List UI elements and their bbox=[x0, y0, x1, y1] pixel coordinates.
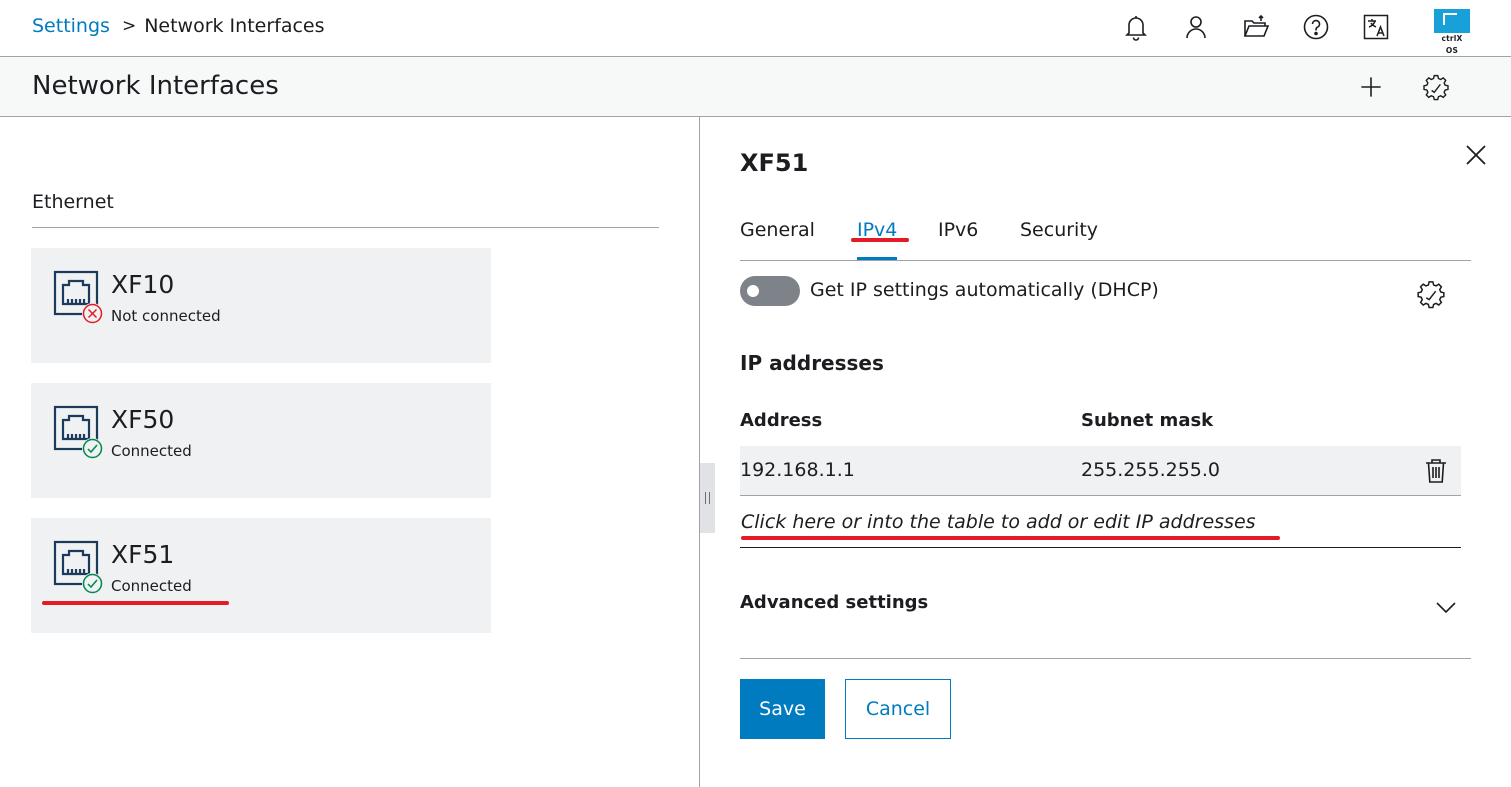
interface-name: XF51 bbox=[111, 540, 175, 569]
bell-icon[interactable] bbox=[1121, 12, 1151, 42]
interface-list-panel: Ethernet XF10 Not connected XF50 Connect… bbox=[0, 117, 699, 787]
interface-name: XF50 bbox=[111, 405, 175, 434]
column-header-subnet: Subnet mask bbox=[1081, 410, 1214, 431]
title-bar: Network Interfaces bbox=[0, 57, 1511, 117]
language-icon[interactable] bbox=[1361, 12, 1391, 42]
annotation-underline-xf51 bbox=[42, 601, 229, 605]
error-status-icon bbox=[82, 303, 103, 324]
column-header-address: Address bbox=[740, 410, 823, 431]
detail-tabs: General IPv4 IPv6 Security bbox=[740, 217, 1471, 261]
tab-general[interactable]: General bbox=[740, 219, 815, 260]
add-icon[interactable] bbox=[1355, 71, 1387, 103]
advanced-settings-label: Advanced settings bbox=[740, 592, 929, 613]
breadcrumb-current: Network Interfaces bbox=[144, 15, 325, 37]
folder-icon[interactable] bbox=[1241, 12, 1271, 42]
interface-name: XF10 bbox=[111, 270, 175, 299]
chevron-down-icon bbox=[1436, 602, 1456, 614]
interface-status: Not connected bbox=[111, 307, 221, 325]
logo-text: ctrlX OS bbox=[1441, 34, 1463, 55]
section-ethernet: Ethernet bbox=[32, 191, 659, 228]
connected-status-icon bbox=[82, 573, 103, 594]
annotation-underline-add-hint bbox=[741, 536, 1280, 540]
toggle-knob bbox=[747, 285, 759, 297]
trash-icon[interactable] bbox=[1424, 458, 1448, 484]
advanced-settings-expander[interactable]: Advanced settings bbox=[740, 572, 1471, 659]
close-icon[interactable] bbox=[1462, 141, 1490, 169]
breadcrumb-separator: > bbox=[121, 16, 137, 36]
interface-card-xf51[interactable]: XF51 Connected bbox=[31, 518, 491, 633]
dhcp-label: Get IP settings automatically (DHCP) bbox=[810, 279, 1159, 301]
ctrlx-logo: ctrlX OS bbox=[1434, 9, 1470, 55]
top-bar: Settings > Network Interfaces ctrlX OS bbox=[0, 0, 1511, 57]
gear-icon[interactable] bbox=[1420, 71, 1452, 103]
interface-status: Connected bbox=[111, 442, 192, 460]
breadcrumb-settings-link[interactable]: Settings bbox=[32, 15, 110, 37]
add-ip-address-hint[interactable]: Click here or into the table to add or e… bbox=[740, 496, 1461, 548]
interface-detail-panel: XF51 General IPv4 IPv6 Security Get IP s… bbox=[700, 117, 1511, 787]
ip-addresses-heading: IP addresses bbox=[740, 351, 884, 375]
ip-address-cell: 192.168.1.1 bbox=[740, 459, 855, 481]
tab-security[interactable]: Security bbox=[1020, 219, 1098, 260]
cancel-button[interactable]: Cancel bbox=[845, 679, 951, 739]
connected-status-icon bbox=[82, 438, 103, 459]
tab-ipv6[interactable]: IPv6 bbox=[938, 219, 978, 260]
help-icon[interactable] bbox=[1301, 12, 1331, 42]
page-title: Network Interfaces bbox=[32, 71, 279, 101]
interface-status: Connected bbox=[111, 577, 192, 595]
add-ip-hint-text: Click here or into the table to add or e… bbox=[741, 511, 1256, 533]
interface-card-xf50[interactable]: XF50 Connected bbox=[31, 383, 491, 498]
detail-title: XF51 bbox=[740, 149, 809, 177]
table-row[interactable]: 192.168.1.1 255.255.255.0 bbox=[740, 446, 1461, 496]
breadcrumb: Settings > Network Interfaces bbox=[32, 15, 325, 37]
save-button[interactable]: Save bbox=[740, 679, 825, 739]
subnet-mask-cell: 255.255.255.0 bbox=[1081, 459, 1221, 481]
user-icon[interactable] bbox=[1181, 12, 1211, 42]
dhcp-settings-gear-icon[interactable] bbox=[1416, 279, 1446, 309]
dhcp-toggle[interactable] bbox=[740, 276, 800, 306]
annotation-underline-ipv4 bbox=[851, 238, 909, 242]
interface-card-xf10[interactable]: XF10 Not connected bbox=[31, 248, 491, 363]
